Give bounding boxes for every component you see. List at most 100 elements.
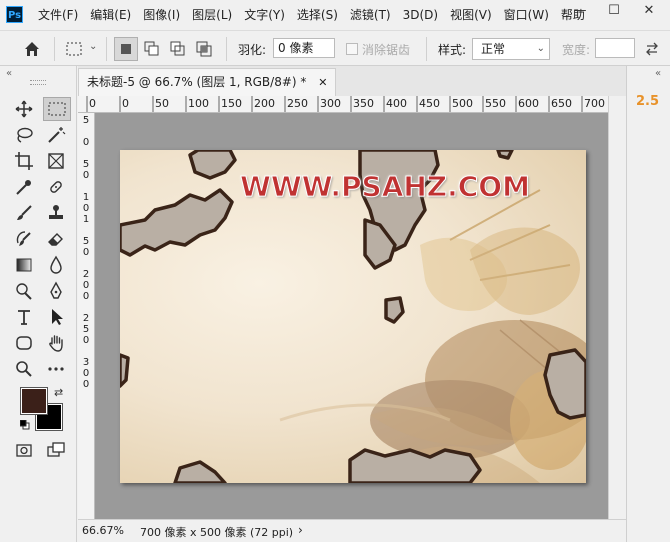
- rectangle-tool-icon[interactable]: [11, 331, 37, 355]
- ruler-tick-label: 600: [518, 97, 539, 110]
- swap-width-height-icon[interactable]: [640, 37, 664, 61]
- style-label: 样式:: [438, 43, 467, 57]
- antialias-label: 消除锯齿: [362, 43, 411, 57]
- photoshop-logo: Ps: [6, 6, 23, 23]
- magic-wand-tool-icon[interactable]: [43, 123, 69, 147]
- subtract-selection-icon[interactable]: [166, 37, 190, 61]
- hand-tool-icon[interactable]: [43, 331, 69, 355]
- vertical-ruler-labels: 5 0 5 0 1 0 1 5 0 2 0 0 2 5 0 3 0 0: [81, 115, 91, 390]
- swap-colors-icon[interactable]: ⇄: [54, 386, 63, 399]
- home-icon[interactable]: [20, 37, 44, 61]
- ruler-tick-label: 150: [221, 97, 242, 110]
- right-panel: «: [626, 66, 670, 542]
- ruler-tick-label: 250: [287, 97, 308, 110]
- ruler-tick-label: 700: [584, 97, 605, 110]
- lasso-tool-icon[interactable]: [11, 123, 37, 147]
- ruler-tick-label: 100: [188, 97, 209, 110]
- minimize-button[interactable]: —: [563, 0, 597, 22]
- dodge-tool-icon[interactable]: [11, 279, 37, 303]
- ruler-tick-label: 1: [82, 214, 90, 225]
- divider: [54, 37, 55, 61]
- style-select[interactable]: 正常 ⌄: [472, 38, 550, 60]
- ruler-tick-label: 0: [82, 368, 90, 379]
- ruler-tick-label: 650: [551, 97, 572, 110]
- move-tool-icon[interactable]: [11, 97, 37, 121]
- menu-file[interactable]: 文件(F): [32, 0, 84, 30]
- gradient-tool-icon[interactable]: [11, 253, 37, 277]
- document-tab-bar: 未标题-5 @ 66.7% (图层 1, RGB/8#) * ✕: [78, 66, 626, 96]
- menu-3d[interactable]: 3D(D): [397, 0, 444, 30]
- ruler-tick-label: 5: [82, 115, 90, 126]
- ruler-tick-label: 0: [82, 170, 90, 181]
- ruler-tick-label: 400: [386, 97, 407, 110]
- ruler-tick-label: 0: [82, 280, 90, 291]
- collapse-panel-icon[interactable]: «: [6, 68, 12, 79]
- feather-input[interactable]: 0 像素: [273, 38, 335, 58]
- menu-type[interactable]: 文字(Y): [238, 0, 291, 30]
- more-tools-icon[interactable]: [43, 357, 69, 381]
- vertical-scrollbar[interactable]: [608, 96, 626, 519]
- ruler-tick-label: 3: [82, 357, 90, 368]
- width-input[interactable]: [595, 38, 635, 58]
- path-selection-tool-icon[interactable]: [43, 305, 69, 329]
- menu-layer[interactable]: 图层(L): [186, 0, 238, 30]
- style-select-value: 正常: [481, 42, 506, 56]
- close-tab-icon[interactable]: ✕: [318, 76, 327, 89]
- ruler-tick-label: 0: [82, 203, 90, 214]
- history-brush-tool-icon[interactable]: [11, 227, 37, 251]
- ruler-tick-label: 500: [452, 97, 473, 110]
- ruler-tick-label: 1: [82, 192, 90, 203]
- ruler-tick-label: 5: [82, 324, 90, 335]
- menu-image[interactable]: 图像(I): [137, 0, 186, 30]
- crop-tool-icon[interactable]: [11, 149, 37, 173]
- rectangular-marquee-tool-icon[interactable]: [43, 97, 71, 121]
- ruler-tick-label: 5: [82, 159, 90, 170]
- marquee-tool-preset-icon[interactable]: [62, 37, 86, 61]
- ruler-tick-label: 0: [82, 379, 90, 390]
- divider: [106, 37, 107, 61]
- ruler-tick-label: 450: [419, 97, 440, 110]
- add-selection-icon[interactable]: [140, 37, 164, 61]
- ruler-tick-label: 0: [82, 137, 90, 148]
- panel-readout: 2.5: [636, 94, 660, 109]
- foreground-color-swatch[interactable]: [20, 387, 48, 415]
- close-button[interactable]: ✕: [632, 0, 666, 22]
- eyedropper-tool-icon[interactable]: [11, 175, 37, 199]
- menu-select[interactable]: 选择(S): [291, 0, 344, 30]
- ruler-tick-label: 0: [82, 247, 90, 258]
- antialias-checkbox[interactable]: [346, 43, 358, 55]
- frame-tool-icon[interactable]: [43, 149, 69, 173]
- new-selection-icon[interactable]: [114, 37, 138, 61]
- panel-grip[interactable]: [30, 80, 46, 85]
- menu-filter[interactable]: 滤镜(T): [344, 0, 397, 30]
- default-colors-icon[interactable]: [19, 419, 30, 430]
- maximize-button[interactable]: ☐: [597, 0, 631, 22]
- ruler-tick-label: 300: [320, 97, 341, 110]
- pen-tool-icon[interactable]: [43, 279, 69, 303]
- quick-mask-icon[interactable]: [11, 438, 37, 462]
- screen-mode-icon[interactable]: [43, 438, 69, 462]
- menu-window[interactable]: 窗口(W): [498, 0, 555, 30]
- expand-panel-icon[interactable]: «: [655, 68, 661, 79]
- brush-tool-icon[interactable]: [11, 201, 37, 225]
- intersect-selection-icon[interactable]: [192, 37, 216, 61]
- eraser-tool-icon[interactable]: [43, 227, 69, 251]
- blur-tool-icon[interactable]: [43, 253, 69, 277]
- clone-stamp-tool-icon[interactable]: [43, 201, 69, 225]
- status-menu-arrow[interactable]: ›: [298, 523, 303, 537]
- menu-edit[interactable]: 编辑(E): [84, 0, 137, 30]
- healing-brush-tool-icon[interactable]: [43, 175, 69, 199]
- menu-view[interactable]: 视图(V): [444, 0, 498, 30]
- vertical-ruler: 5 0 5 0 1 0 1 5 0 2 0 0 2 5 0 3 0 0: [78, 113, 95, 519]
- divider: [426, 37, 427, 61]
- document-info: 700 像素 x 500 像素 (72 ppi): [140, 526, 294, 539]
- chevron-down-icon[interactable]: ⌄: [89, 41, 97, 52]
- type-tool-icon[interactable]: [11, 305, 37, 329]
- zoom-level[interactable]: 66.67%: [82, 524, 124, 537]
- document-tab[interactable]: 未标题-5 @ 66.7% (图层 1, RGB/8#) * ✕: [78, 68, 337, 96]
- watermark-text: WWW.PSAHZ.COM: [240, 170, 531, 204]
- ruler-tick-label: 2: [82, 269, 90, 280]
- document-tab-title: 未标题-5 @ 66.7% (图层 1, RGB/8#) *: [87, 75, 307, 89]
- status-bar: 66.67% 700 像素 x 500 像素 (72 ppi) ›: [78, 519, 626, 542]
- zoom-tool-icon[interactable]: [11, 357, 37, 381]
